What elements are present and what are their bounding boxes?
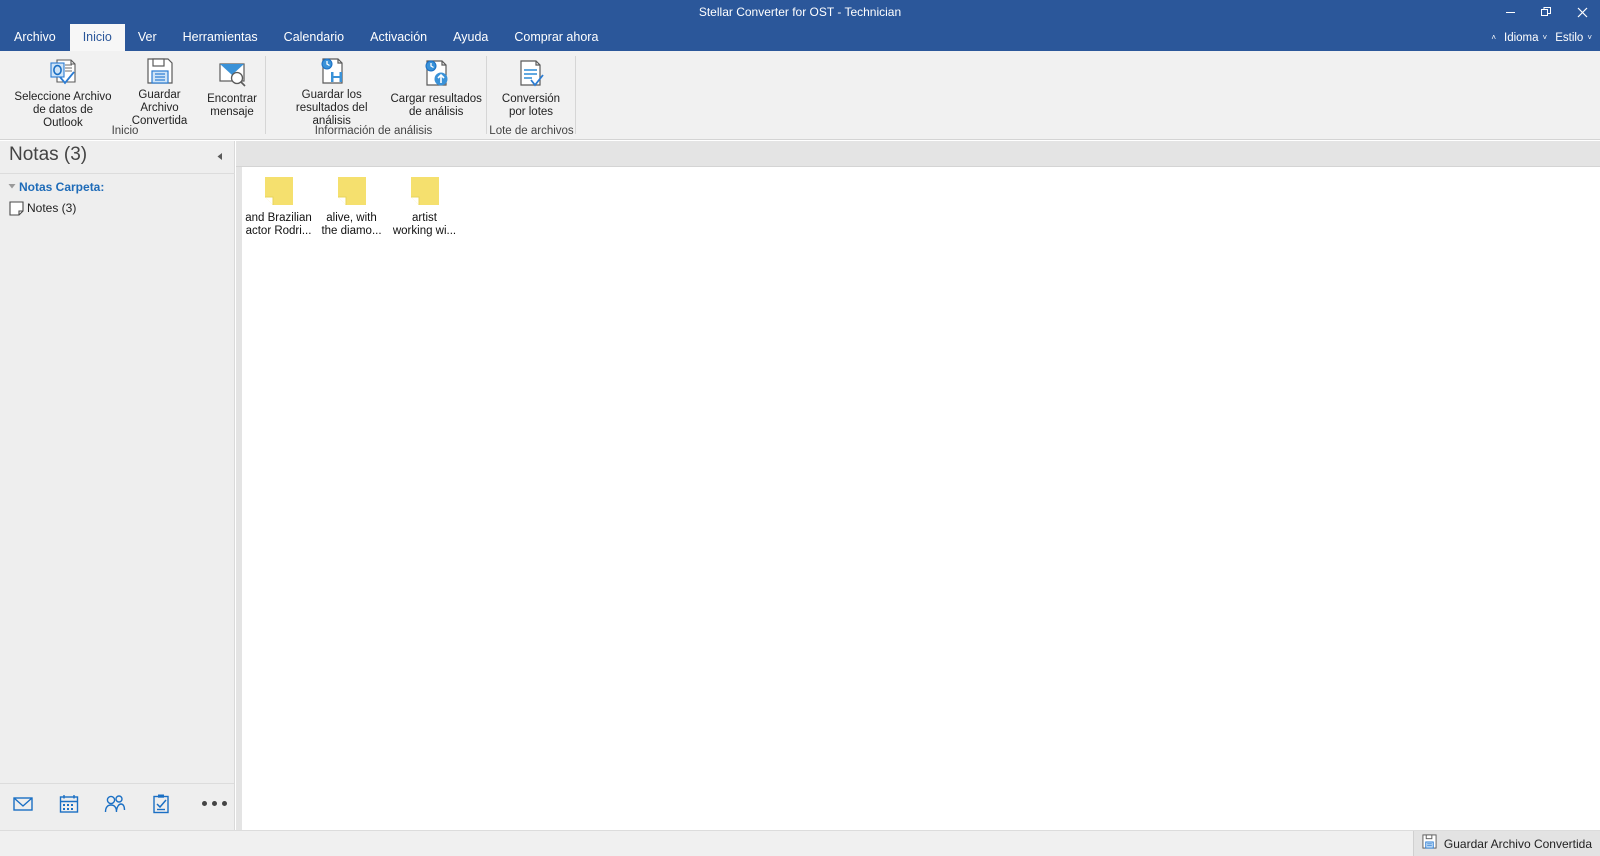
taskbar-item-label: Guardar Archivo Convertida [1443, 837, 1592, 851]
maximize-restore-icon[interactable] [1528, 0, 1564, 24]
select-outlook-data-file-button[interactable]: Seleccione Archivo de datos de Outlook [8, 53, 118, 129]
title-bar: Stellar Converter for OST - Technician [0, 0, 1600, 24]
calendar-icon [59, 794, 79, 813]
ribbon-group-label: Inicio [111, 125, 139, 137]
style-label: Estilo [1555, 31, 1584, 44]
folder-tree: Notas Carpeta: Notes (3) [0, 177, 235, 219]
chevron-left-icon [217, 152, 222, 160]
note-label: and Brazilian actor Rodri... [245, 212, 312, 237]
sticky-note-icon [337, 176, 367, 206]
save-floppy-icon [1422, 834, 1437, 854]
save-scan-results-icon [316, 55, 348, 87]
group-separator [575, 56, 576, 134]
sidebar-title: Notas (3) [9, 144, 88, 165]
style-menu[interactable]: Estilo ˅ [1551, 32, 1596, 44]
tree-root-notas-carpeta[interactable]: Notas Carpeta: [0, 177, 235, 197]
ellipsis-icon [222, 801, 227, 806]
ribbon-button-label: Encontrar mensaje [207, 93, 257, 118]
ellipsis-icon [212, 801, 217, 806]
sticky-note-icon [410, 176, 440, 206]
notes-view: and Brazilian actor Rodri... alive, with… [242, 167, 1600, 851]
application-window: Stellar Converter for OST - Technician A… [0, 0, 1600, 856]
main-content-area: and Brazilian actor Rodri... alive, with… [236, 141, 1600, 856]
load-scan-results-button[interactable]: Cargar resultados de análisis [385, 53, 487, 121]
ribbon-group-analisis: Guardar los resultados del análisis Carg… [266, 51, 487, 139]
taskbar: Guardar Archivo Convertida [0, 830, 1600, 856]
ellipsis-icon [202, 801, 207, 806]
ribbon-button-label: Guardar los resultados del análisis [295, 89, 368, 127]
chevron-down-icon: ˅ [1587, 33, 1592, 42]
tasks-clipboard-icon [153, 794, 169, 813]
mail-icon [13, 796, 33, 811]
nav-tasks-button[interactable] [148, 791, 174, 817]
ribbon-group-label: Información de análisis [314, 125, 433, 137]
outlook-data-file-icon [46, 55, 80, 89]
ribbon-tabs: Archivo Inicio Ver Herramientas Calendar… [0, 24, 611, 51]
load-scan-results-icon [420, 55, 452, 91]
find-message-icon [216, 55, 248, 91]
sticky-note-icon [264, 176, 294, 206]
note-item[interactable]: and Brazilian actor Rodri... [242, 173, 315, 241]
collapse-sidebar-button[interactable] [213, 149, 227, 163]
nav-calendar-button[interactable] [56, 791, 82, 817]
ribbon-tab-strip: Archivo Inicio Ver Herramientas Calendar… [0, 24, 1600, 51]
nav-people-button[interactable] [102, 791, 128, 817]
save-converted-file-button[interactable]: Guardar Archivo Convertida [118, 53, 201, 127]
tab-herramientas[interactable]: Herramientas [170, 24, 271, 51]
sidebar-module-bar [0, 783, 234, 823]
tree-root-label: Notas Carpeta: [19, 180, 105, 194]
note-item[interactable]: alive, with the diamo... [315, 173, 388, 241]
sidebar-header: Notas (3) [0, 141, 235, 174]
expand-collapse-icon[interactable] [5, 182, 19, 192]
ribbon-collapse-button[interactable]: ˄ [1487, 33, 1500, 42]
sidebar-item-label: Notes (3) [27, 201, 77, 215]
note-item[interactable]: artist working wi... [388, 173, 461, 241]
note-label: alive, with the diamo... [321, 212, 382, 237]
tab-ayuda[interactable]: Ayuda [440, 24, 501, 51]
window-controls [1492, 0, 1600, 24]
language-label: Idioma [1504, 31, 1539, 44]
sidebar-item-notes[interactable]: Notes (3) [0, 197, 235, 219]
ribbon-group-label: Lote de archivos [489, 125, 574, 137]
tab-archivo[interactable]: Archivo [0, 24, 70, 51]
ribbon-group-list: Seleccione Archivo de datos de Outlook G… [0, 51, 576, 139]
batch-conversion-icon [515, 55, 547, 91]
nav-mail-button[interactable] [10, 791, 36, 817]
notes-grid: and Brazilian actor Rodri... alive, with… [242, 167, 461, 241]
window-title: Stellar Converter for OST - Technician [698, 5, 902, 19]
minimize-button[interactable] [1492, 0, 1528, 24]
tab-ver[interactable]: Ver [125, 24, 170, 51]
close-icon[interactable] [1564, 0, 1600, 24]
save-floppy-icon [144, 55, 176, 87]
language-menu[interactable]: Idioma ˅ [1500, 32, 1551, 44]
chevron-up-icon: ˄ [1491, 33, 1496, 42]
tab-comprar-ahora[interactable]: Comprar ahora [501, 24, 611, 51]
ribbon-right-controls: ˄ Idioma ˅ Estilo ˅ [1487, 24, 1596, 51]
content-header-bar [236, 141, 1600, 167]
ribbon-group-inicio: Seleccione Archivo de datos de Outlook G… [0, 51, 266, 139]
find-message-button[interactable]: Encontrar mensaje [201, 53, 263, 121]
note-label: artist working wi... [392, 212, 457, 237]
ribbon-button-label: Cargar resultados de análisis [390, 93, 482, 118]
ribbon-button-label: Guardar Archivo Convertida [131, 89, 188, 127]
ribbon: Seleccione Archivo de datos de Outlook G… [0, 51, 1600, 140]
ribbon-button-label: Conversión por lotes [501, 93, 561, 118]
taskbar-item-guardar-archivo-convertida[interactable]: Guardar Archivo Convertida [1412, 831, 1600, 856]
tab-activacion[interactable]: Activación [357, 24, 440, 51]
nav-more-button[interactable] [194, 801, 227, 806]
ribbon-group-lote: Conversión por lotes Lote de archivos [487, 51, 576, 139]
batch-conversion-button[interactable]: Conversión por lotes [491, 53, 571, 121]
save-scan-results-button[interactable]: Guardar los resultados del análisis [278, 53, 385, 127]
note-page-icon [5, 200, 27, 216]
chevron-down-icon: ˅ [1542, 33, 1548, 42]
navigation-sidebar: Notas (3) Notas Carpeta: Notes (3) [0, 141, 235, 856]
tab-calendario[interactable]: Calendario [271, 24, 357, 51]
tab-inicio[interactable]: Inicio [69, 24, 125, 51]
people-icon [104, 794, 126, 812]
